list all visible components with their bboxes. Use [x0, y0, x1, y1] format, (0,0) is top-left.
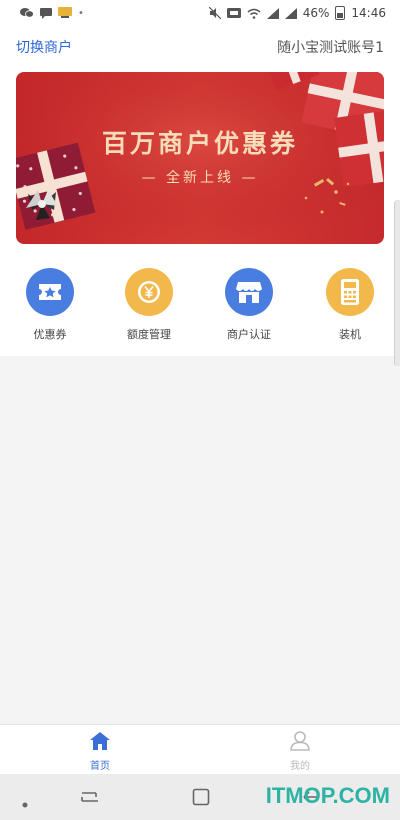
yen-coin-icon: [125, 268, 173, 316]
pos-terminal-icon: [326, 268, 374, 316]
status-bar: • 46% 14:46: [0, 0, 400, 26]
quick-actions: 优惠券 额度管理 商户认证 装机: [0, 268, 400, 348]
edge-panel-handle[interactable]: [394, 200, 400, 366]
quick-action-quota[interactable]: 额度管理: [104, 268, 194, 342]
quick-action-certification[interactable]: 商户认证: [204, 268, 294, 342]
clock: 14:46: [351, 6, 386, 20]
banner-subtitle: — 全新上线 —: [141, 170, 259, 186]
nav-dot-icon[interactable]: [22, 793, 28, 812]
tab-mine[interactable]: 我的: [270, 731, 330, 772]
banner-title: 百万商户优惠券: [101, 129, 298, 158]
tab-label: 首页: [90, 761, 110, 772]
hd-icon: [226, 8, 241, 18]
tab-home[interactable]: 首页: [70, 731, 130, 772]
wechat-icon: [20, 7, 34, 19]
coupon-icon: [26, 268, 74, 316]
recent-apps-icon[interactable]: [80, 788, 100, 810]
home-button-icon[interactable]: [192, 788, 210, 810]
storefront-icon: [225, 268, 273, 316]
mute-icon: [208, 7, 221, 19]
app-header: 切换商户 随小宝测试账号1: [0, 26, 400, 68]
status-left: •: [20, 7, 84, 19]
home-icon: [90, 732, 110, 750]
status-right: 46% 14:46: [208, 6, 386, 20]
quick-action-coupon[interactable]: 优惠券: [5, 268, 95, 342]
wifi-icon: [247, 8, 261, 19]
signal-2-icon: [284, 7, 297, 19]
quick-action-label: 装机: [339, 328, 361, 341]
system-nav-bar: ITMOP.COM: [0, 774, 400, 820]
user-icon: [290, 731, 310, 751]
tab-label: 我的: [290, 761, 310, 772]
account-name: 随小宝测试账号1: [277, 40, 384, 56]
quick-action-install[interactable]: 装机: [305, 268, 395, 342]
battery-icon: [335, 6, 346, 20]
watermark-logo: ITMOP.COM: [265, 783, 390, 808]
home-top-section: 百万商户优惠券 — 全新上线 — 优惠券 额度管理 商户认证 装机: [0, 68, 400, 356]
message-icon: [40, 7, 52, 19]
quick-action-label: 优惠券: [33, 328, 67, 341]
more-notifications-dot-icon: •: [78, 7, 84, 19]
signal-1-icon: [266, 7, 279, 19]
quick-action-label: 额度管理: [127, 328, 171, 341]
bottom-tab-bar: 首页 我的: [0, 724, 400, 774]
quick-action-label: 商户认证: [227, 328, 271, 341]
promo-banner[interactable]: 百万商户优惠券 — 全新上线 —: [16, 72, 384, 244]
notification-app-icon: [58, 7, 72, 19]
switch-merchant-link[interactable]: 切换商户: [16, 37, 72, 57]
battery-percent: 46%: [302, 6, 330, 20]
